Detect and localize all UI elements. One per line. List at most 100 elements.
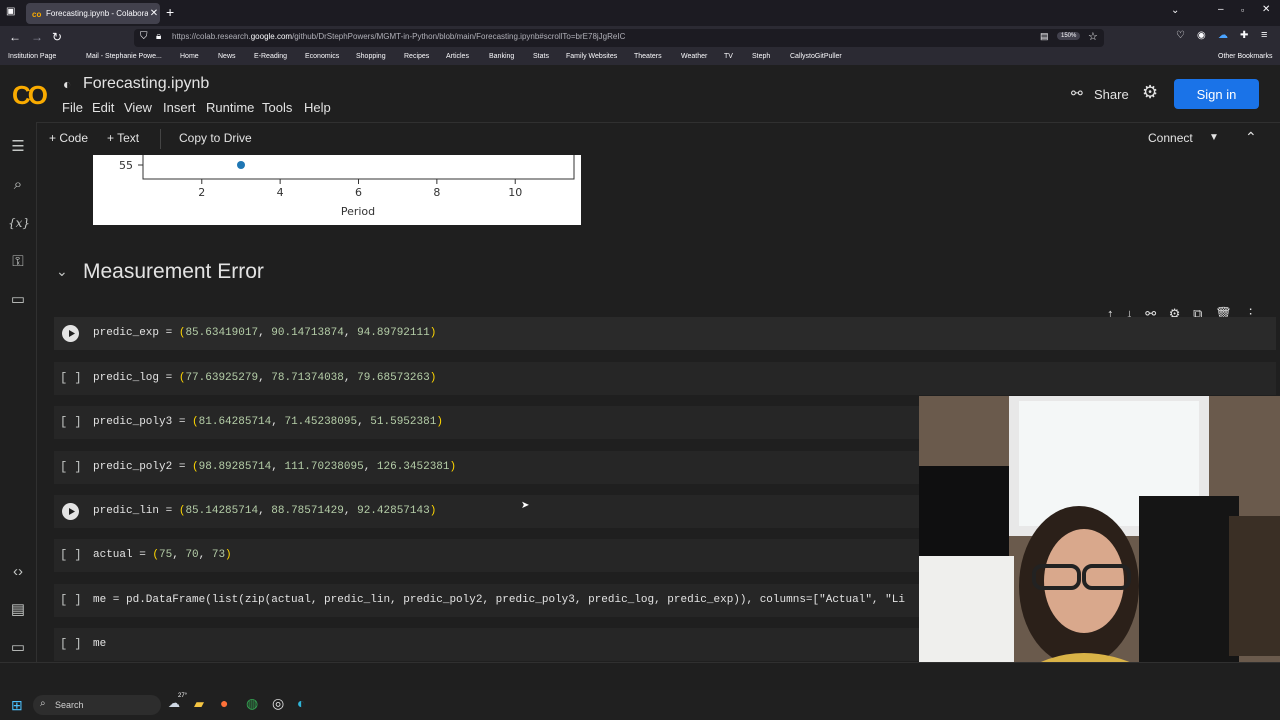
terminal-icon[interactable]: ▭: [8, 638, 28, 658]
webcam-scene: [919, 396, 1280, 690]
tab-list-chevron-icon[interactable]: ⌄: [1171, 5, 1179, 16]
link-icon[interactable]: ⚯: [1071, 85, 1083, 102]
weather-temp[interactable]: 27°: [178, 693, 187, 699]
sign-in-button[interactable]: Sign in: [1174, 79, 1259, 109]
lock-icon[interactable]: 🔒︎: [156, 31, 161, 42]
other-bookmarks[interactable]: Other Bookmarks: [1218, 53, 1272, 60]
section-collapse-chevron-icon[interactable]: ⌄: [56, 263, 68, 280]
bookmark-item[interactable]: E-Reading: [254, 53, 287, 60]
restore-icon[interactable]: ▫: [1241, 5, 1244, 15]
run-cell-icon[interactable]: [62, 325, 79, 342]
numeric-literal: 70: [185, 549, 199, 561]
bookmark-item[interactable]: Family Websites: [566, 53, 617, 60]
cell-exec-status[interactable]: [ ]: [60, 593, 82, 607]
files-folder-icon[interactable]: ▭: [8, 290, 28, 310]
bookmark-item[interactable]: Economics: [305, 53, 339, 60]
extensions-icon[interactable]: ✚: [1240, 30, 1248, 41]
new-tab-icon[interactable]: +: [166, 4, 174, 20]
settings-gear-icon[interactable]: ⚙: [1142, 82, 1158, 103]
cell-code[interactable]: me = pd.DataFrame(list(zip(actual, predi…: [93, 594, 905, 606]
bookmark-item[interactable]: Shopping: [356, 53, 386, 60]
reload-icon[interactable]: ↻: [52, 30, 62, 44]
taskbar-search-box[interactable]: ⌕ Search: [33, 695, 161, 715]
secrets-key-icon[interactable]: ⚿: [8, 252, 28, 272]
colab-logo[interactable]: CO: [12, 80, 48, 111]
bookmark-star-icon[interactable]: ☆: [1088, 30, 1098, 43]
search-icon: ⌕: [40, 698, 46, 709]
run-cell-icon[interactable]: [62, 503, 79, 520]
url-text[interactable]: https://colab.research.google.com/github…: [172, 32, 625, 41]
menu-view[interactable]: View: [124, 100, 152, 115]
bookmark-item[interactable]: Institution Page: [8, 53, 56, 60]
bookmark-item[interactable]: Recipes: [404, 53, 429, 60]
bookmark-item[interactable]: Weather: [681, 53, 707, 60]
bookmark-item[interactable]: Theaters: [634, 53, 662, 60]
code-snippets-icon[interactable]: ‹›: [8, 562, 28, 582]
forward-icon[interactable]: →: [31, 30, 43, 44]
pocket-icon[interactable]: ♡: [1176, 30, 1185, 41]
cell-code[interactable]: predic_log = (77.63925279, 78.71374038, …: [93, 372, 436, 384]
numeric-literal: 98.89285714: [198, 461, 272, 473]
cell-exec-status[interactable]: [ ]: [60, 371, 82, 385]
share-button[interactable]: Share: [1094, 87, 1129, 102]
menu-tools[interactable]: Tools: [262, 100, 292, 115]
bookmark-item[interactable]: TV: [724, 53, 733, 60]
notebook-title[interactable]: Forecasting.ipynb: [83, 75, 209, 93]
code-cell-predic-exp[interactable]: predic_exp = (85.63419017, 90.14713874, …: [54, 317, 1276, 350]
cell-exec-status[interactable]: [ ]: [60, 637, 82, 651]
add-text-button[interactable]: + Text: [107, 131, 139, 145]
cell-exec-status[interactable]: [ ]: [60, 460, 82, 474]
copy-to-drive-button[interactable]: Copy to Drive: [179, 131, 252, 145]
back-icon[interactable]: ←: [9, 30, 21, 44]
collapse-header-icon[interactable]: ⌃: [1245, 129, 1257, 146]
variables-icon[interactable]: {x}: [8, 213, 30, 233]
search-icon[interactable]: ⌕: [8, 175, 28, 195]
app-menu-icon[interactable]: ≡: [1261, 29, 1267, 41]
tracking-shield-icon[interactable]: ⛉: [140, 31, 148, 42]
reader-view-icon[interactable]: ▤: [1040, 31, 1049, 42]
command-palette-icon[interactable]: ▤: [8, 600, 28, 620]
cell-code[interactable]: predic_poly2 = (98.89285714, 111.7023809…: [93, 461, 456, 473]
close-tab-icon[interactable]: ✕: [148, 8, 160, 19]
table-of-contents-icon[interactable]: ☰: [8, 137, 28, 157]
menu-file[interactable]: File: [62, 100, 83, 115]
bookmark-item[interactable]: Home: [180, 53, 199, 60]
cell-code[interactable]: predic_lin = (85.14285714, 88.78571429, …: [93, 505, 436, 517]
menu-edit[interactable]: Edit: [92, 100, 114, 115]
cell-code[interactable]: me: [93, 638, 106, 650]
section-heading: Measurement Error: [83, 260, 264, 283]
minimize-icon[interactable]: –: [1218, 4, 1224, 15]
menu-runtime[interactable]: Runtime: [206, 100, 254, 115]
tab-overview-icon[interactable]: ▣: [6, 6, 15, 17]
zoom-level[interactable]: 150%: [1057, 32, 1081, 40]
windows-start-icon[interactable]: ⊞: [11, 697, 23, 714]
bookmark-item[interactable]: Mail - Stephanie Powe...: [86, 53, 162, 60]
menu-insert[interactable]: Insert: [163, 100, 196, 115]
browser-tab-forecasting[interactable]: co Forecasting.ipynb - Colaborato ✕: [26, 3, 160, 24]
firefox-icon[interactable]: ●: [220, 695, 228, 711]
menu-help[interactable]: Help: [304, 100, 331, 115]
edge-icon[interactable]: ◐: [297, 695, 305, 711]
address-bar[interactable]: ⛉ 🔒︎ https://colab.research.google.com/g…: [134, 29, 1104, 47]
cell-code[interactable]: predic_poly3 = (81.64285714, 71.45238095…: [93, 416, 443, 428]
cell-exec-status[interactable]: [ ]: [60, 548, 82, 562]
obs-icon[interactable]: ◎: [272, 695, 284, 712]
bookmark-item[interactable]: News: [218, 53, 236, 60]
file-explorer-icon[interactable]: ▰: [194, 696, 204, 712]
code-cell-predic-log[interactable]: [ ] predic_log = (77.63925279, 78.7137403…: [54, 362, 1276, 395]
cell-code[interactable]: predic_exp = (85.63419017, 90.14713874, …: [93, 327, 436, 339]
account-icon[interactable]: ◉: [1197, 30, 1206, 41]
close-window-icon[interactable]: ✕: [1262, 4, 1270, 15]
bookmark-item[interactable]: Banking: [489, 53, 514, 60]
cell-code[interactable]: actual = (75, 70, 73): [93, 549, 232, 561]
connect-button[interactable]: Connect: [1148, 131, 1193, 145]
bookmark-item[interactable]: Articles: [446, 53, 469, 60]
chrome-icon[interactable]: ◍: [246, 695, 258, 712]
add-code-button[interactable]: + Code: [49, 131, 88, 145]
sync-icon[interactable]: ☁: [1218, 30, 1228, 41]
bookmark-item[interactable]: Stats: [533, 53, 549, 60]
connect-dropdown-icon[interactable]: ▼: [1209, 132, 1219, 143]
bookmark-item[interactable]: CallystoGitPuller: [790, 53, 842, 60]
bookmark-item[interactable]: Steph: [752, 53, 770, 60]
cell-exec-status[interactable]: [ ]: [60, 415, 82, 429]
